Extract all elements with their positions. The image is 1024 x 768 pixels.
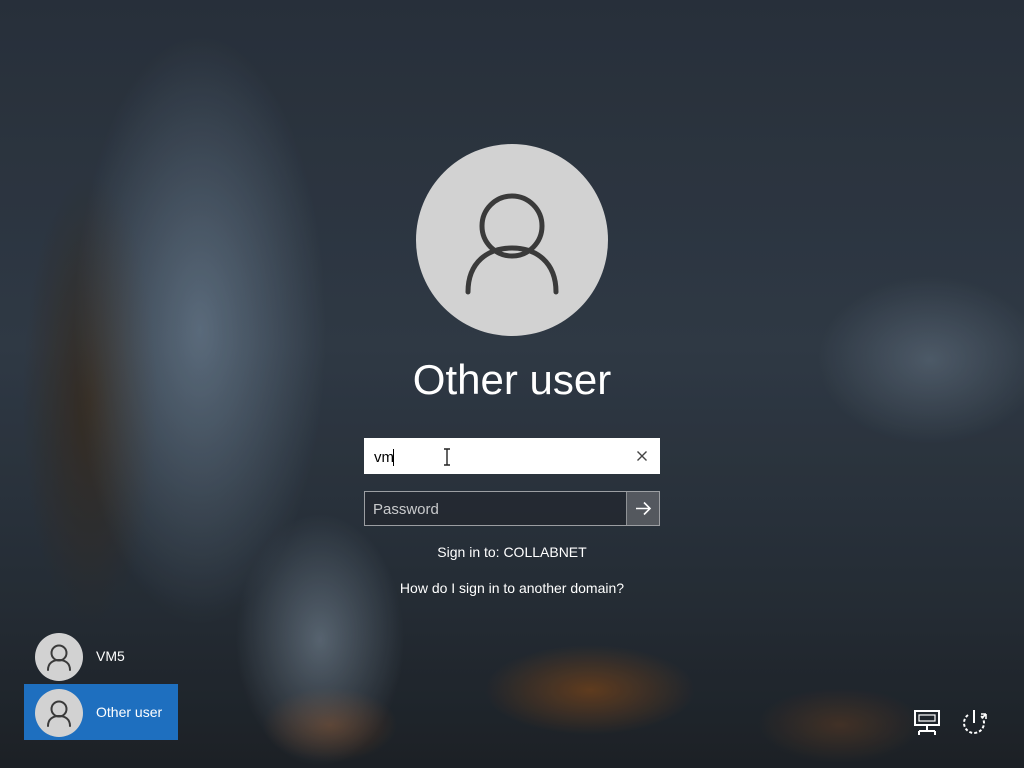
user-tile-other-user[interactable]: Other user bbox=[24, 684, 178, 740]
text-cursor-icon bbox=[444, 448, 450, 466]
sign-in-domain-text: Sign in to: COLLABNET bbox=[437, 544, 587, 560]
user-icon bbox=[47, 700, 71, 727]
arrow-right-icon bbox=[636, 501, 652, 516]
user-icon bbox=[47, 644, 71, 671]
user-avatar-large bbox=[416, 144, 608, 336]
user-name-title: Other user bbox=[412, 356, 612, 403]
network-icon[interactable] bbox=[910, 706, 944, 740]
username-input[interactable] bbox=[374, 447, 624, 467]
password-input[interactable] bbox=[373, 499, 613, 519]
text-caret bbox=[393, 449, 394, 466]
lock-screen: Other user Sign in to: COLLABNET How do … bbox=[0, 0, 1024, 768]
domain-help-link[interactable]: How do I sign in to another domain? bbox=[312, 580, 712, 596]
submit-button[interactable] bbox=[626, 492, 659, 525]
power-icon[interactable] bbox=[956, 704, 992, 740]
avatar bbox=[35, 689, 83, 737]
password-field[interactable] bbox=[364, 491, 660, 526]
user-icon bbox=[465, 193, 559, 295]
user-tile-label: VM5 bbox=[96, 648, 125, 664]
close-icon bbox=[637, 451, 647, 461]
username-field[interactable] bbox=[364, 438, 660, 474]
user-tile-vm5[interactable]: VM5 bbox=[24, 628, 178, 684]
user-tile-label: Other user bbox=[96, 704, 163, 720]
avatar bbox=[35, 633, 83, 681]
clear-text-button[interactable] bbox=[632, 446, 652, 466]
